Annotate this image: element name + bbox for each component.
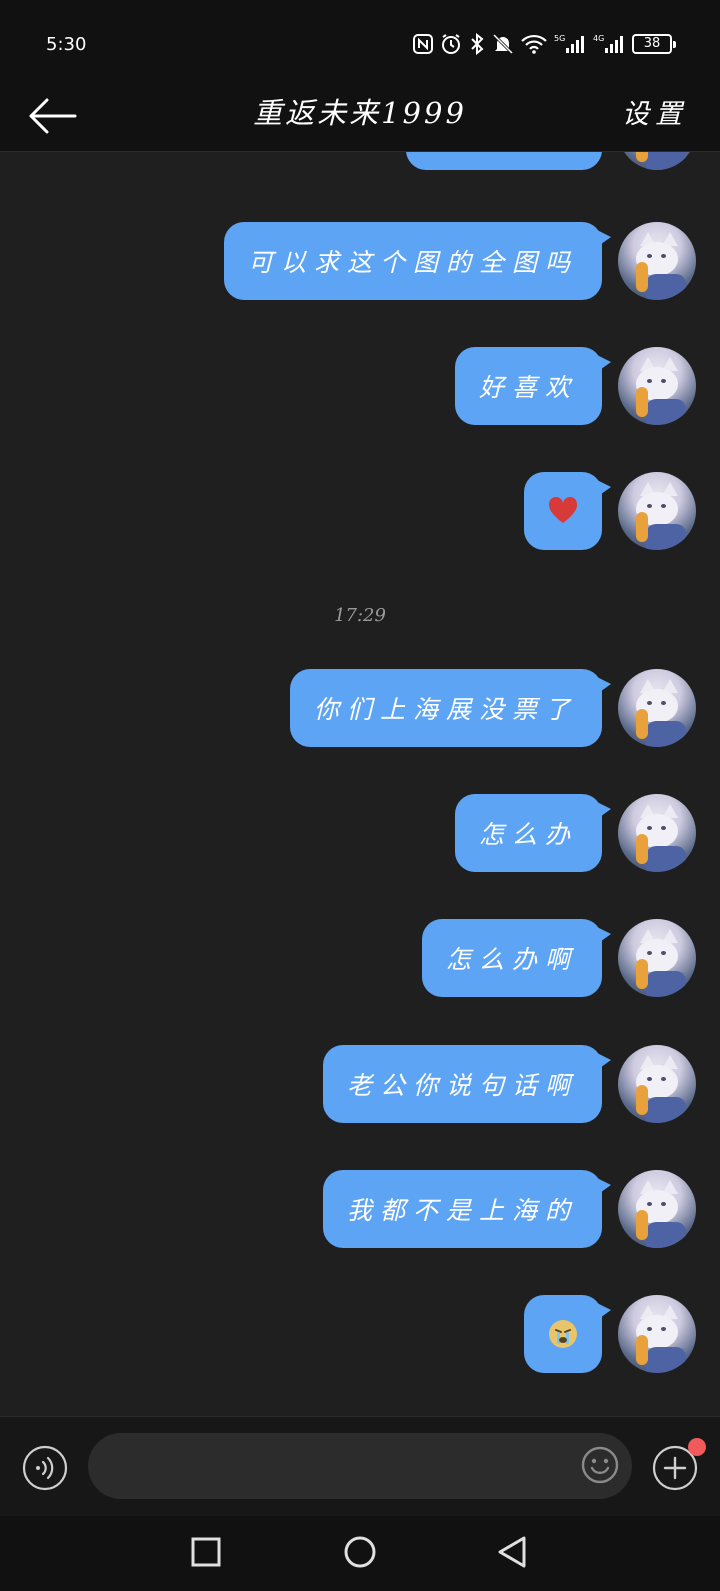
- message-row: 可以求这个图的全图吗: [223, 222, 696, 300]
- svg-text:5G: 5G: [554, 34, 565, 43]
- message-bubble-emoji[interactable]: [524, 1295, 611, 1373]
- message-bubble[interactable]: 老公你说句话啊: [322, 1045, 612, 1123]
- mute-bell-icon: [492, 33, 514, 55]
- message-bubble[interactable]: [406, 152, 602, 170]
- avatar[interactable]: [618, 1170, 696, 1248]
- bluetooth-icon: [471, 33, 484, 55]
- avatar[interactable]: [618, 152, 696, 170]
- message-row: 怎么办啊: [421, 919, 696, 997]
- avatar[interactable]: [618, 1295, 696, 1373]
- message-bubble-emoji[interactable]: [524, 472, 611, 550]
- message-bubble[interactable]: 我都不是上海的: [322, 1170, 612, 1248]
- message-row: [524, 1295, 696, 1373]
- message-list[interactable]: 可以求这个图的全图吗 好喜欢 17:29 你们上海展没票了 怎么办 怎么办啊 老…: [0, 152, 720, 1416]
- message-row: 老公你说句话啊: [322, 1045, 696, 1123]
- avatar[interactable]: [618, 472, 696, 550]
- message-row: 我都不是上海的: [322, 1170, 696, 1248]
- signal-5g-icon: 5G: [554, 34, 584, 53]
- notification-dot: [688, 1438, 706, 1456]
- system-nav-bar: [0, 1516, 720, 1591]
- recents-button[interactable]: [186, 1532, 226, 1572]
- battery-level: 38: [643, 36, 661, 51]
- battery-icon: 38: [632, 34, 676, 54]
- message-input[interactable]: [88, 1433, 632, 1499]
- avatar[interactable]: [618, 222, 696, 300]
- status-icons: 5G 4G 38: [413, 30, 676, 58]
- voice-button[interactable]: [22, 1445, 68, 1491]
- home-button[interactable]: [340, 1532, 380, 1572]
- signal-4g-icon: 4G: [593, 34, 623, 53]
- message-bubble[interactable]: 你们上海展没票了: [289, 669, 612, 747]
- alarm-icon: [442, 34, 460, 54]
- message-row: 怎么办: [454, 794, 696, 872]
- message-row: 你们上海展没票了: [289, 669, 696, 747]
- emoji-button[interactable]: [580, 1445, 620, 1485]
- input-bar: [0, 1416, 720, 1516]
- avatar[interactable]: [618, 794, 696, 872]
- chat-title: 重返未来1999: [253, 96, 467, 130]
- emoji-icon: [581, 1446, 619, 1484]
- status-bar: 5:30 5G 4G 38: [0, 0, 720, 80]
- message-bubble[interactable]: 可以求这个图的全图吗: [223, 222, 612, 300]
- message-bubble[interactable]: 好喜欢: [454, 347, 612, 425]
- avatar[interactable]: [618, 347, 696, 425]
- recents-square-icon: [191, 1537, 221, 1567]
- crying-face-icon: [549, 1320, 577, 1348]
- nfc-icon: [413, 34, 433, 54]
- avatar[interactable]: [618, 1045, 696, 1123]
- system-back-button[interactable]: [492, 1532, 532, 1572]
- status-time: 5:30: [46, 34, 87, 55]
- svg-text:4G: 4G: [593, 34, 604, 43]
- settings-button[interactable]: 设置: [622, 92, 688, 131]
- message-row: [524, 472, 696, 550]
- message-bubble[interactable]: 怎么办啊: [421, 919, 612, 997]
- back-triangle-icon: [498, 1536, 526, 1568]
- voice-icon: [22, 1445, 68, 1491]
- message-row: 好喜欢: [454, 347, 696, 425]
- avatar[interactable]: [618, 919, 696, 997]
- heart-icon: [548, 497, 578, 523]
- avatar[interactable]: [618, 669, 696, 747]
- timestamp: 17:29: [334, 605, 386, 626]
- wifi-icon: [521, 34, 547, 54]
- nav-bar: 重返未来1999 设置: [0, 80, 720, 152]
- message-row: [406, 152, 696, 170]
- message-bubble[interactable]: 怎么办: [454, 794, 612, 872]
- home-circle-icon: [344, 1536, 376, 1568]
